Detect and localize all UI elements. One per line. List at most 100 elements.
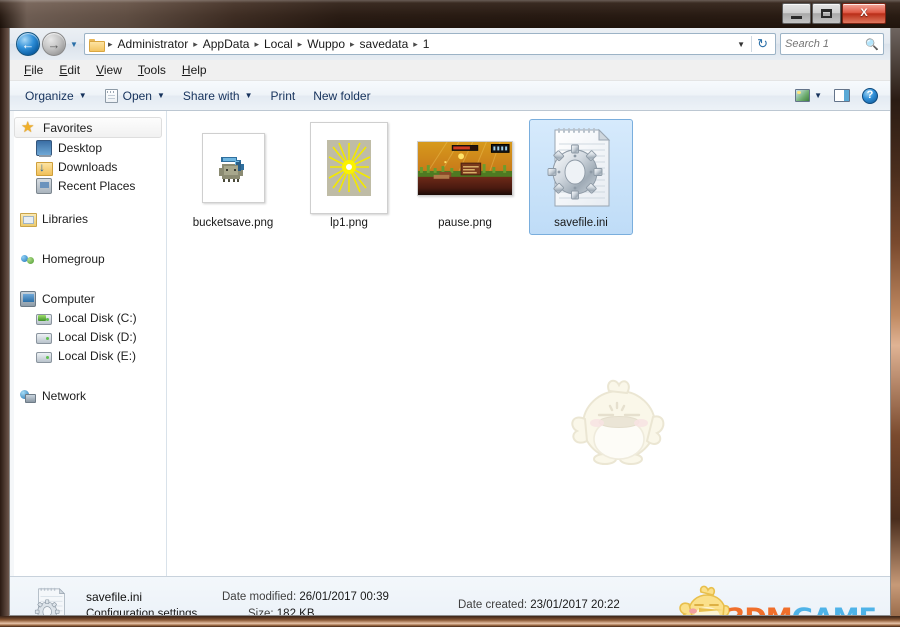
- preview-pane-button[interactable]: [828, 86, 856, 105]
- breadcrumb-item-savedata[interactable]: savedata: [358, 37, 411, 51]
- computer-icon: [20, 290, 36, 307]
- window-frame-right: [891, 28, 900, 627]
- menu-file[interactable]: File: [24, 63, 43, 77]
- hard-disk-icon: [36, 351, 52, 363]
- breadcrumb-separator[interactable]: ▸: [295, 39, 306, 50]
- recent-pages-dropdown[interactable]: ▼: [68, 40, 80, 49]
- navigation-scrollbar[interactable]: [10, 111, 14, 576]
- menu-edit[interactable]: Edit: [59, 63, 80, 77]
- maximize-button[interactable]: [812, 3, 841, 24]
- sidebar-item-label: Desktop: [58, 140, 103, 155]
- forward-button[interactable]: →: [42, 32, 66, 56]
- details-file-type: Configuration settings: [86, 607, 198, 616]
- sidebar-item-network[interactable]: Network: [10, 386, 166, 405]
- open-file-icon: [104, 88, 118, 103]
- network-icon: [20, 388, 36, 404]
- sidebar-item-local-disk-e[interactable]: Local Disk (E:): [10, 346, 166, 365]
- sidebar-item-homegroup[interactable]: Homegroup: [10, 249, 166, 268]
- breadcrumb-separator[interactable]: ▸: [347, 39, 358, 50]
- search-icon: 🔍: [865, 38, 879, 51]
- sidebar-item-local-disk-c[interactable]: Local Disk (C:): [10, 308, 166, 327]
- sidebar-item-downloads[interactable]: Downloads: [10, 157, 166, 176]
- sidebar-item-local-disk-d[interactable]: Local Disk (D:): [10, 327, 166, 346]
- sidebar-item-desktop[interactable]: Desktop: [10, 138, 166, 157]
- search-box[interactable]: 🔍: [780, 33, 884, 55]
- thumbnail-wrap: [545, 120, 617, 216]
- details-date-created: Date created: 23/01/2017 20:22: [458, 597, 620, 614]
- details-pane: savefile.ini Configuration settings Date…: [10, 576, 890, 616]
- breadcrumb-separator: ▸: [108, 38, 113, 49]
- folder-icon: [89, 38, 105, 52]
- breadcrumb-item-administrator[interactable]: Administrator: [116, 37, 191, 51]
- window-frame-left: [0, 28, 9, 627]
- sidebar-item-label: Recent Places: [58, 178, 136, 193]
- search-input[interactable]: [785, 38, 866, 50]
- sidebar-item-recent-places[interactable]: Recent Places: [10, 176, 166, 195]
- recent-places-icon: [36, 177, 52, 194]
- open-button[interactable]: Open ▼: [96, 86, 174, 106]
- close-button[interactable]: X: [842, 3, 886, 24]
- details-columns: savefile.ini Configuration settings Date…: [86, 589, 638, 616]
- nav-group-favorites: Favorites Desktop Downloads Recent Place…: [10, 117, 166, 195]
- file-item-bucketsave[interactable]: bucketsave.png: [181, 119, 285, 235]
- thumbnail-wrap: [310, 120, 388, 216]
- new-folder-button[interactable]: New folder: [304, 86, 379, 106]
- menu-view[interactable]: View: [96, 63, 122, 77]
- file-name-label: savefile.ini: [554, 217, 608, 229]
- details-date-modified: Date modified: 26/01/2017 00:39: [222, 589, 440, 606]
- breadcrumb-item-wuppo[interactable]: Wuppo: [305, 37, 347, 51]
- sidebar-item-label: Local Disk (D:): [58, 329, 137, 344]
- breadcrumb-separator[interactable]: ▸: [251, 39, 262, 50]
- navigation-pane: Favorites Desktop Downloads Recent Place…: [10, 111, 167, 576]
- breadcrumb-separator[interactable]: ▸: [190, 39, 201, 50]
- image-thumbnail-lp1: [310, 122, 388, 214]
- details-created-column: Date created: 23/01/2017 20:22: [458, 597, 620, 614]
- breadcrumb-item-local[interactable]: Local: [262, 37, 295, 51]
- breadcrumb-item-1[interactable]: 1: [421, 37, 432, 51]
- menu-bar: File Edit View Tools Help: [10, 60, 890, 81]
- brand-watermark: 3DMGAME: [677, 584, 877, 615]
- sidebar-item-label: Computer: [42, 291, 95, 306]
- forward-arrow-icon: →: [47, 36, 61, 52]
- change-view-button[interactable]: ▼: [789, 86, 828, 105]
- sidebar-item-favorites[interactable]: Favorites: [14, 117, 162, 138]
- breadcrumb: ▸ Administrator ▸ AppData ▸ Local ▸ Wupp…: [105, 37, 731, 51]
- print-label: Print: [270, 88, 296, 103]
- window-client-area: ← → ▼ ▸ Administrator ▸ AppData ▸ Local …: [9, 28, 891, 616]
- preview-pane-icon: [834, 89, 850, 102]
- address-input[interactable]: ▸ Administrator ▸ AppData ▸ Local ▸ Wupp…: [84, 33, 776, 55]
- ini-configuration-icon: [547, 128, 611, 207]
- title-bar: X: [0, 0, 900, 28]
- menu-tools[interactable]: Tools: [138, 63, 166, 77]
- sidebar-item-computer[interactable]: Computer: [10, 289, 166, 308]
- minimize-button[interactable]: [782, 3, 811, 24]
- help-icon: ?: [862, 87, 878, 104]
- file-grid: bucketsave.png lp1.png pause.png savefil…: [181, 119, 633, 235]
- address-bar: ← → ▼ ▸ Administrator ▸ AppData ▸ Local …: [10, 28, 890, 60]
- help-button[interactable]: ?: [856, 85, 884, 107]
- chevron-down-icon: ▼: [244, 91, 253, 100]
- share-with-button[interactable]: Share with ▼: [174, 86, 262, 106]
- file-item-lp1[interactable]: lp1.png: [297, 119, 401, 235]
- sidebar-item-label: Libraries: [42, 211, 89, 226]
- homegroup-icon: [20, 251, 36, 267]
- address-dropdown-icon[interactable]: ▼: [731, 40, 751, 49]
- refresh-icon[interactable]: ↻: [751, 36, 773, 52]
- breadcrumb-item-appdata[interactable]: AppData: [201, 37, 252, 51]
- file-list-pane[interactable]: bucketsave.png lp1.png pause.png savefil…: [167, 111, 890, 576]
- menu-help[interactable]: Help: [182, 63, 207, 77]
- organize-button[interactable]: Organize ▼: [16, 86, 96, 106]
- file-item-pause[interactable]: pause.png: [413, 119, 517, 235]
- share-with-label: Share with: [182, 88, 240, 103]
- print-button[interactable]: Print: [262, 86, 305, 106]
- sidebar-item-libraries[interactable]: Libraries: [10, 209, 166, 228]
- details-date-modified-label: Date modified:: [222, 590, 297, 603]
- caption-buttons: X: [781, 3, 886, 24]
- maximize-icon: [821, 9, 832, 18]
- back-button[interactable]: ←: [16, 32, 40, 56]
- details-date-created-label: Date created:: [458, 599, 528, 611]
- sidebar-item-label: Homegroup: [42, 251, 105, 266]
- breadcrumb-separator[interactable]: ▸: [410, 39, 421, 50]
- file-item-savefile[interactable]: savefile.ini: [529, 119, 633, 235]
- sidebar-item-label: Downloads: [58, 159, 118, 174]
